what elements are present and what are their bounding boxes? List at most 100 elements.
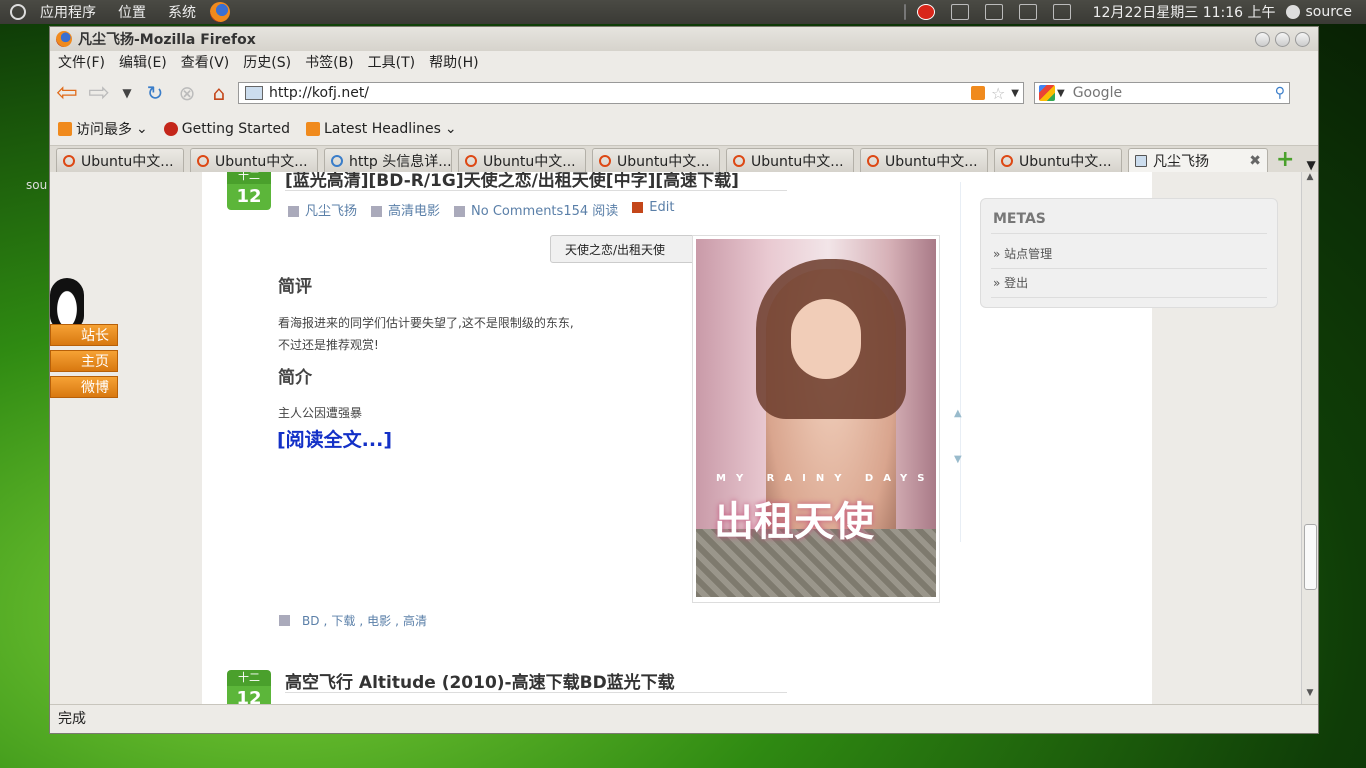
minimize-button[interactable] <box>1255 31 1270 47</box>
desktop-icon-label[interactable]: sou <box>26 178 47 192</box>
vertical-scrollbar[interactable]: ▲ ▼ <box>1301 172 1318 704</box>
post-title-link[interactable]: 高空飞行 Altitude (2010)-高速下载BD蓝光下载 <box>285 668 675 693</box>
ubuntu-logo-icon[interactable] <box>10 4 26 20</box>
stop-button[interactable]: ⊗ <box>174 80 200 106</box>
user-name: source <box>1305 4 1353 20</box>
bookmark-label: Getting Started <box>181 121 290 137</box>
qq-button-weibo[interactable]: 微博 <box>50 376 118 398</box>
metas-title: METAS <box>993 211 1046 227</box>
scroll-up-arrow-icon[interactable]: ▲ <box>954 408 962 419</box>
post-category-link[interactable]: 高清电影 <box>371 200 440 219</box>
bookmark-star-icon[interactable]: ☆ <box>991 84 1005 103</box>
menu-tools[interactable]: 工具(T) <box>361 52 422 72</box>
bookmarks-toolbar: 访问最多 ⌄ Getting Started Latest Headlines … <box>50 113 1318 146</box>
tab-label: Ubuntu中文... <box>885 153 978 170</box>
new-tab-button[interactable]: + <box>1276 147 1294 172</box>
reload-button[interactable]: ↻ <box>142 80 168 106</box>
url-bar[interactable]: http://kofj.net/ ☆ ▼ <box>238 82 1024 104</box>
google-engine-icon[interactable] <box>1039 85 1055 101</box>
logout-link[interactable]: » 登出 <box>993 274 1028 291</box>
status-text: 完成 <box>58 711 86 727</box>
folder-icon <box>58 122 72 136</box>
tab[interactable]: Ubuntu中文... <box>726 148 854 172</box>
post-day: 12 <box>227 686 271 704</box>
post-comments[interactable]: No Comments154 阅读 <box>454 200 618 219</box>
menu-bookmarks[interactable]: 书签(B) <box>298 52 361 72</box>
mail-icon[interactable] <box>1052 4 1071 20</box>
comments-link[interactable]: No Comments <box>471 204 563 219</box>
read-more-link[interactable]: [阅读全文...] <box>277 425 392 452</box>
review-line-1: 看海报进来的同学们估计要失望了,这不是限制级的东东, <box>278 316 574 330</box>
tab-active[interactable]: 凡尘飞扬 ✖ <box>1128 148 1268 172</box>
clock[interactable]: 12月22日星期三 11:16 上午 <box>1093 2 1276 22</box>
maximize-button[interactable] <box>1275 31 1290 47</box>
title-bar[interactable]: 凡尘飞扬-Mozilla Firefox <box>50 27 1318 51</box>
scroll-down-button[interactable]: ▼ <box>1302 688 1318 704</box>
tab-list-chevron-icon[interactable]: ▼ <box>1306 158 1315 172</box>
menu-edit[interactable]: 编辑(E) <box>112 52 174 72</box>
qq-penguin-icon[interactable] <box>50 278 84 330</box>
places-menu[interactable]: 位置 <box>110 2 154 22</box>
no-entry-icon[interactable] <box>916 4 935 20</box>
scroll-down-arrow-icon[interactable]: ▼ <box>954 454 962 465</box>
menu-help[interactable]: 帮助(H) <box>422 52 485 72</box>
engine-dropdown-icon[interactable]: ▼ <box>1057 88 1065 99</box>
chat-icon[interactable] <box>950 4 969 20</box>
history-dropdown-icon[interactable]: ▼ <box>118 80 136 106</box>
close-window-button[interactable] <box>1295 31 1310 47</box>
tag-link[interactable]: 高清 <box>403 612 427 629</box>
metas-divider <box>991 268 1267 269</box>
forward-button[interactable]: ⇨ <box>86 78 112 108</box>
bookmark-most-visited[interactable]: 访问最多 ⌄ <box>58 119 148 139</box>
search-bar[interactable]: ▼ ⚲ <box>1034 82 1290 104</box>
bookmark-latest-headlines[interactable]: Latest Headlines ⌄ <box>305 121 457 137</box>
site-admin-link[interactable]: » 站点管理 <box>993 245 1052 262</box>
bookmark-getting-started[interactable]: Getting Started <box>163 121 290 137</box>
tab[interactable]: Ubuntu中文... <box>458 148 586 172</box>
qq-button-home[interactable]: 主页 <box>50 350 118 372</box>
close-tab-icon[interactable]: ✖ <box>1249 153 1261 169</box>
back-button[interactable]: ⇦ <box>54 78 80 108</box>
ubuntu-favicon-icon <box>197 154 209 167</box>
post-month: 十二 <box>227 172 271 184</box>
system-menu[interactable]: 系统 <box>160 2 204 22</box>
tab[interactable]: Ubuntu中文... <box>592 148 720 172</box>
post-edit-link[interactable]: Edit <box>632 200 674 219</box>
post-meta: 凡尘飞扬 高清电影 No Comments154 阅读 Edit <box>288 200 674 219</box>
tab-label: Ubuntu中文... <box>751 153 844 170</box>
firefox-window: 凡尘飞扬-Mozilla Firefox 文件(F) 编辑(E) 查看(V) 历… <box>49 26 1319 734</box>
firefox-icon <box>56 31 72 47</box>
menu-history[interactable]: 历史(S) <box>236 52 298 72</box>
qq-button-admin[interactable]: 站长 <box>50 324 118 346</box>
movie-poster-image[interactable]: MY RAINY DAYS 出租天使 <box>692 235 940 603</box>
menu-file[interactable]: 文件(F) <box>50 52 112 72</box>
tag-link[interactable]: BD <box>302 614 319 628</box>
scrollbar-thumb[interactable] <box>1304 524 1317 590</box>
keyboard-icon[interactable] <box>984 4 1003 20</box>
post-title-link[interactable]: [蓝光高清][BD-R/1G]天使之恋/出租天使[中字][高速下载] <box>285 172 739 191</box>
home-button[interactable]: ⌂ <box>206 80 232 106</box>
firefox-launcher-icon[interactable] <box>210 2 230 22</box>
user-menu[interactable]: source <box>1285 4 1353 20</box>
search-icon[interactable]: ⚲ <box>1275 85 1285 101</box>
tab[interactable]: Ubuntu中文... <box>860 148 988 172</box>
scroll-up-button[interactable]: ▲ <box>1302 172 1318 188</box>
search-input[interactable] <box>1070 84 1265 102</box>
menu-view[interactable]: 查看(V) <box>174 52 237 72</box>
url-dropdown-icon[interactable]: ▼ <box>1011 88 1019 99</box>
intro-heading: 简介 <box>278 368 312 388</box>
tab[interactable]: Ubuntu中文... <box>994 148 1122 172</box>
tab[interactable]: Ubuntu中文... <box>56 148 184 172</box>
tab[interactable]: http 头信息详... <box>324 148 452 172</box>
chevron-down-icon: ⌄ <box>444 121 457 137</box>
volume-icon[interactable] <box>1018 4 1037 20</box>
tag-link[interactable]: 下载 <box>331 612 355 629</box>
rss-feed-icon[interactable] <box>970 86 985 100</box>
user-icon <box>1285 5 1300 19</box>
comment-icon <box>454 206 466 217</box>
post-author-link[interactable]: 凡尘飞扬 <box>288 200 357 219</box>
applications-menu[interactable]: 应用程序 <box>32 2 104 22</box>
url-text[interactable]: http://kofj.net/ <box>269 85 369 101</box>
tag-link[interactable]: 电影 <box>367 612 391 629</box>
tab[interactable]: Ubuntu中文... <box>190 148 318 172</box>
